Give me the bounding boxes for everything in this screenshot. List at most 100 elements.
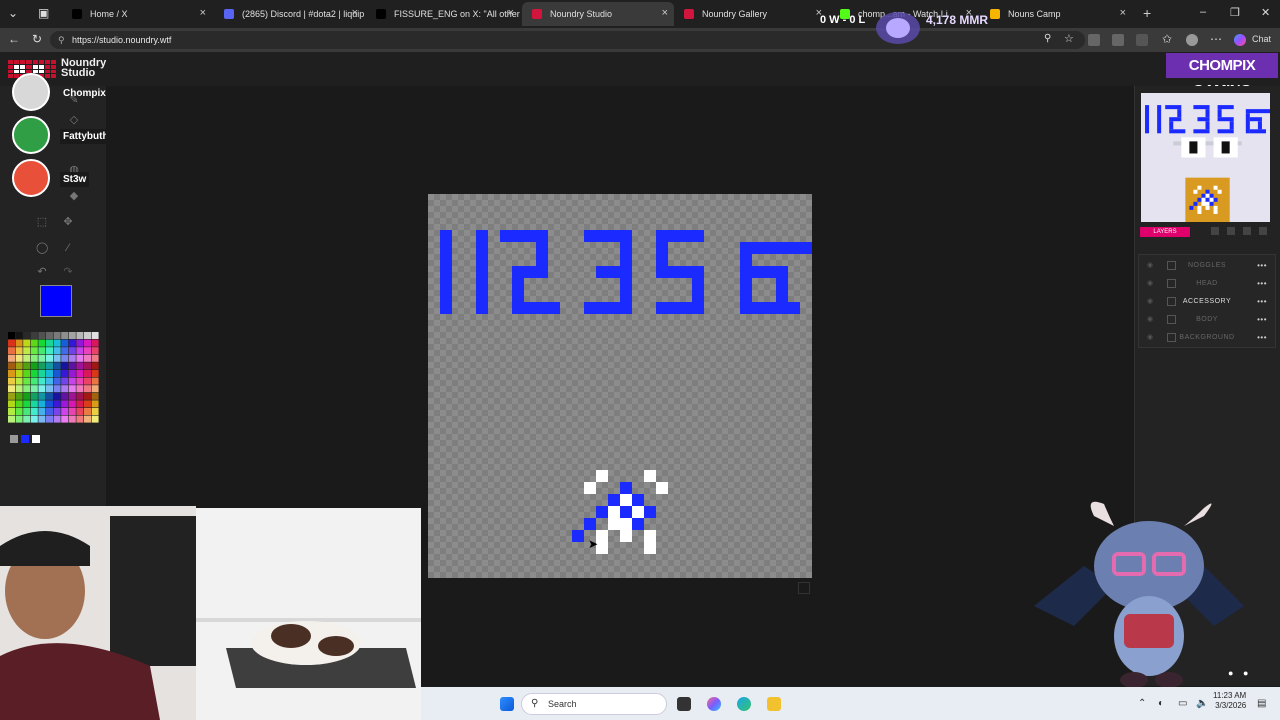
favorites-icon[interactable]: ✩ (1162, 32, 1172, 46)
tab-close-icon[interactable]: × (508, 7, 514, 19)
palette-swatch[interactable] (84, 332, 91, 339)
palette-swatch[interactable] (91, 400, 99, 408)
panel-tool-icon[interactable] (1259, 227, 1267, 235)
edge-browser-icon[interactable] (737, 697, 751, 711)
palette-swatch[interactable] (15, 332, 23, 339)
palette-swatch[interactable] (76, 354, 84, 362)
tab-close-icon[interactable]: × (200, 7, 206, 19)
palette-swatch[interactable] (30, 339, 38, 347)
palette-swatch[interactable] (76, 385, 84, 393)
palette-swatch[interactable] (8, 362, 15, 370)
palette-swatch[interactable] (23, 332, 31, 339)
pixel-canvas[interactable] (428, 194, 812, 578)
palette-swatch[interactable] (23, 400, 31, 408)
palette-swatch[interactable] (84, 347, 91, 355)
palette-swatch[interactable] (15, 377, 23, 385)
palette-swatch[interactable] (76, 392, 84, 400)
color-palette[interactable] (8, 332, 100, 424)
palette-swatch[interactable] (15, 400, 23, 408)
layer-menu-icon[interactable]: ••• (1257, 257, 1267, 274)
palette-swatch[interactable] (84, 377, 91, 385)
new-tab-button[interactable]: + (1143, 5, 1151, 21)
palette-swatch[interactable] (76, 339, 84, 347)
palette-swatch[interactable] (53, 332, 61, 339)
tray-chevron-icon[interactable]: ⌃ (1138, 698, 1146, 709)
palette-swatch[interactable] (15, 385, 23, 393)
palette-swatch[interactable] (23, 347, 31, 355)
palette-swatch[interactable] (30, 354, 38, 362)
copilot-app-icon[interactable] (707, 697, 721, 711)
palette-swatch[interactable] (76, 415, 84, 423)
palette-swatch[interactable] (53, 408, 61, 415)
taskbar-search[interactable]: ⚲ Search (521, 693, 667, 715)
tab-close-icon[interactable]: × (1120, 7, 1126, 19)
palette-swatch[interactable] (53, 392, 61, 400)
palette-swatch[interactable] (8, 347, 15, 355)
palette-swatch[interactable] (38, 354, 46, 362)
palette-swatch[interactable] (15, 354, 23, 362)
palette-swatch[interactable] (8, 400, 15, 408)
palette-swatch[interactable] (61, 377, 69, 385)
copilot-icon[interactable] (1234, 34, 1246, 46)
volume-icon[interactable]: 🔈 (1196, 698, 1208, 709)
task-view-icon[interactable] (677, 697, 691, 711)
palette-swatch[interactable] (61, 339, 69, 347)
browser-tab[interactable]: Noundry Gallery × (674, 2, 828, 26)
palette-swatch[interactable] (68, 385, 76, 393)
palette-swatch[interactable] (46, 377, 53, 385)
browser-tab[interactable]: Noundry Studio × (522, 2, 674, 26)
palette-swatch[interactable] (91, 362, 99, 370)
layer-menu-icon[interactable]: ••• (1257, 275, 1267, 292)
taskbar-clock[interactable]: 11:23 AM 3/3/2026 (1213, 691, 1246, 711)
palette-swatch[interactable] (23, 339, 31, 347)
palette-swatch[interactable] (38, 332, 46, 339)
palette-swatch[interactable] (68, 400, 76, 408)
palette-swatch[interactable] (23, 377, 31, 385)
palette-swatch[interactable] (38, 392, 46, 400)
palette-swatch[interactable] (38, 385, 46, 393)
palette-swatch[interactable] (53, 377, 61, 385)
panel-tool-icon[interactable] (1211, 227, 1219, 235)
layer-visibility-icon[interactable]: ◉ (1147, 257, 1154, 274)
palette-swatch[interactable] (30, 385, 38, 393)
palette-swatch[interactable] (15, 392, 23, 400)
palette-swatch[interactable] (61, 400, 69, 408)
notification-icon[interactable]: ▤ (1257, 698, 1266, 709)
layer-visibility-icon[interactable]: ◉ (1147, 329, 1154, 346)
site-info-icon[interactable]: ⚲ (58, 31, 65, 49)
back-icon[interactable]: ← (8, 32, 20, 46)
palette-swatch[interactable] (38, 339, 46, 347)
profile-avatar-icon[interactable] (1186, 34, 1198, 46)
palette-swatch[interactable] (68, 408, 76, 415)
browser-tab[interactable]: FISSURE_ENG on X: "All other Fi × (366, 2, 520, 26)
palette-swatch[interactable] (30, 332, 38, 339)
palette-swatch[interactable] (76, 370, 84, 377)
palette-swatch[interactable] (46, 354, 53, 362)
undo-icon[interactable]: ↶ (36, 266, 48, 278)
palette-swatch[interactable] (23, 385, 31, 393)
circle-tool-icon[interactable]: ◯ (36, 242, 48, 254)
palette-swatch[interactable] (84, 415, 91, 423)
extension-icon[interactable] (1088, 34, 1100, 46)
palette-swatch[interactable] (8, 339, 15, 347)
more-menu-icon[interactable]: ⋯ (1210, 32, 1222, 46)
tab-list-chevron-icon[interactable]: ⌄ (8, 6, 18, 20)
palette-swatch[interactable] (84, 408, 91, 415)
palette-swatch[interactable] (53, 385, 61, 393)
palette-swatch[interactable] (8, 332, 15, 339)
palette-swatch[interactable] (91, 392, 99, 400)
palette-swatch[interactable] (30, 362, 38, 370)
palette-swatch[interactable] (23, 415, 31, 423)
palette-swatch[interactable] (15, 408, 23, 415)
palette-swatch[interactable] (68, 370, 76, 377)
palette-swatch[interactable] (53, 339, 61, 347)
palette-swatch[interactable] (46, 408, 53, 415)
layer-visibility-icon[interactable]: ◉ (1147, 311, 1154, 328)
palette-swatch[interactable] (91, 354, 99, 362)
palette-swatch[interactable] (91, 332, 99, 339)
browser-tab[interactable]: Nouns Camp × (980, 2, 1132, 26)
palette-swatch[interactable] (61, 408, 69, 415)
palette-swatch[interactable] (68, 339, 76, 347)
zoom-icon[interactable]: ⚲ (1044, 33, 1051, 44)
palette-swatch[interactable] (38, 347, 46, 355)
